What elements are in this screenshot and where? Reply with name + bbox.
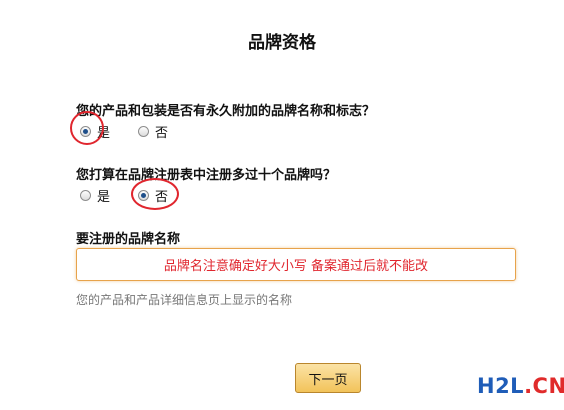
brand-name-label: 要注册的品牌名称 xyxy=(76,232,181,247)
question1-no-option[interactable]: 否 xyxy=(138,122,168,141)
question1-no-label: 否 xyxy=(155,126,169,141)
annotation-circle-q2 xyxy=(131,178,179,210)
question2-yes-label: 是 xyxy=(97,190,111,205)
page-title: 品牌资格 xyxy=(248,33,316,53)
question1-label: 您的产品和包装是否有永久附加的品牌名称和标志？ xyxy=(76,104,376,119)
watermark-logo: H2L.CN xyxy=(477,374,564,398)
brand-name-hint: 您的产品和产品详细信息页上显示的名称 xyxy=(76,293,293,307)
question2-label: 您打算在品牌注册表中注册多过十个品牌吗？ xyxy=(76,168,337,183)
question2-yes-radio[interactable] xyxy=(80,190,91,201)
question2-yes-option[interactable]: 是 xyxy=(80,186,110,205)
question1-no-radio[interactable] xyxy=(138,126,149,137)
next-page-button[interactable]: 下一页 xyxy=(295,363,361,393)
brand-name-input[interactable]: 品牌名注意确定好大小写 备案通过后就不能改 xyxy=(76,248,516,281)
watermark-part1: H2L xyxy=(477,374,525,398)
watermark-part2: .CN xyxy=(524,374,564,398)
annotation-circle-q1 xyxy=(70,111,104,145)
